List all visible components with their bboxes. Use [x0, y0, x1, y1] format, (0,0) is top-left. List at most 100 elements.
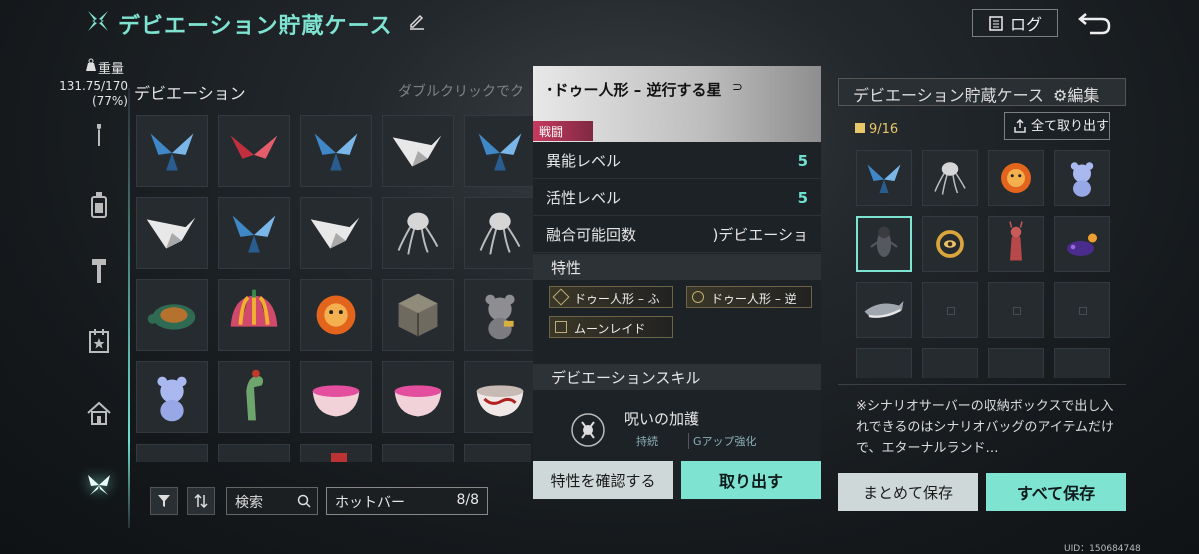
storage-slot[interactable]	[922, 216, 978, 272]
inventory-slot[interactable]	[464, 444, 531, 462]
inventory-slot[interactable]	[300, 197, 372, 269]
storage-slot[interactable]	[922, 282, 978, 338]
inventory-slot[interactable]	[136, 197, 208, 269]
inventory-slot[interactable]	[382, 115, 454, 187]
stat-value: 5	[797, 151, 808, 170]
stat-value: 5	[797, 188, 808, 207]
trait-chip[interactable]: ドゥー人形 – ふ	[549, 286, 673, 308]
inventory-slot[interactable]	[382, 444, 454, 462]
inventory-title: デビエーション	[134, 84, 246, 103]
inventory-slot[interactable]	[136, 444, 208, 462]
edit-pencil-icon[interactable]	[408, 12, 426, 30]
double-click-hint: ダブルクリックでク	[398, 84, 524, 100]
trait-chip[interactable]: ムーンレイド	[549, 316, 673, 338]
log-button[interactable]: ログ	[972, 9, 1058, 37]
storage-slot[interactable]	[988, 348, 1044, 378]
export-icon	[1014, 119, 1026, 133]
inventory-slot[interactable]	[136, 279, 208, 351]
inventory-slot[interactable]	[218, 361, 290, 433]
storage-divider	[838, 384, 1126, 385]
inventory-slot[interactable]	[300, 444, 372, 462]
golden-eye-ring-icon	[936, 230, 964, 258]
inventory-slot[interactable]	[300, 361, 372, 433]
storage-slot[interactable]	[856, 150, 912, 206]
back-arrow-icon[interactable]	[1076, 10, 1112, 36]
trait-diamond-icon	[552, 288, 570, 306]
inventory-slot[interactable]	[382, 279, 454, 351]
storage-slot[interactable]	[988, 282, 1044, 338]
storage-slot[interactable]	[856, 348, 912, 378]
storage-slot[interactable]	[988, 150, 1044, 206]
stat-label: 融合可能回数	[546, 226, 637, 244]
weight-icon	[86, 58, 96, 71]
storage-slot[interactable]	[856, 282, 912, 338]
gear-icon[interactable]: ⚙	[1053, 86, 1067, 105]
bulk-save-button[interactable]: まとめて保存	[838, 473, 978, 511]
take-all-button[interactable]: 全て取り出す	[1004, 112, 1110, 140]
jellyfish-icon	[934, 162, 966, 195]
inventory-slot[interactable]	[218, 115, 290, 187]
trait-target-icon	[692, 291, 704, 303]
filter-button[interactable]	[150, 487, 178, 515]
inventory-slot[interactable]	[464, 115, 536, 187]
inventory-slot[interactable]	[300, 279, 372, 351]
blue-bear-icon	[1070, 162, 1094, 197]
combat-tag: 戦闘	[533, 121, 593, 141]
storage-edit-label[interactable]: 編集	[1067, 86, 1099, 105]
stat-row: 異能レベル 5	[533, 143, 821, 179]
inventory-slot[interactable]	[136, 115, 208, 187]
grey-bear-icon	[485, 294, 515, 340]
striped-pumpkin-hat-icon	[230, 289, 278, 327]
sidebar-materials[interactable]	[84, 256, 114, 286]
trait-chip[interactable]: ドゥー人形 – 逆	[686, 286, 812, 308]
skill-name: 呪いの加護	[624, 410, 700, 428]
inventory-slot[interactable]	[382, 197, 454, 269]
storage-slot[interactable]	[988, 216, 1044, 272]
inventory-slot[interactable]	[218, 444, 290, 462]
blue-paper-butterfly-icon	[150, 133, 194, 171]
inventory-slot[interactable]	[218, 279, 290, 351]
stat-label: 活性レベル	[546, 189, 622, 207]
sort-button[interactable]	[187, 487, 215, 515]
hotbar-selector[interactable]: ホットバー 8/8	[326, 487, 488, 515]
green-dinosaur-icon	[246, 369, 264, 421]
page-title: デビエーション貯蔵ケース	[118, 14, 393, 39]
take-out-button[interactable]: 取り出す	[681, 461, 821, 499]
blue-paper-butterfly-icon	[314, 133, 358, 171]
turtle-icon	[147, 304, 196, 330]
storage-slot[interactable]	[856, 216, 912, 272]
storage-slot[interactable]	[1054, 282, 1110, 338]
calendar-star-icon	[89, 329, 109, 353]
inventory-slot[interactable]	[464, 197, 536, 269]
box-icon	[855, 123, 865, 133]
pink-bowl-icon	[394, 385, 442, 417]
sidebar-home[interactable]	[84, 398, 114, 428]
hotbar-count: 8/8	[456, 492, 479, 508]
storage-slot[interactable]	[922, 150, 978, 206]
sidebar-deviations[interactable]	[84, 470, 114, 500]
traits-heading: 特性	[533, 254, 821, 280]
inventory-slot[interactable]	[300, 115, 372, 187]
inventory-slot[interactable]	[464, 279, 536, 351]
inventory-slot[interactable]	[218, 197, 290, 269]
check-traits-button[interactable]: 特性を確認する	[533, 461, 673, 499]
log-label: ログ	[1009, 15, 1042, 34]
white-paper-crane-icon	[392, 135, 442, 167]
inventory-slot[interactable]	[464, 361, 536, 433]
storage-slot[interactable]	[1054, 216, 1110, 272]
sidebar-consumables[interactable]	[84, 190, 114, 220]
blue-bear-icon	[157, 376, 187, 422]
storage-slot[interactable]	[1054, 150, 1110, 206]
stat-label: 異能レベル	[546, 152, 622, 170]
save-all-button[interactable]: すべて保存	[986, 473, 1126, 511]
storage-slot[interactable]	[922, 348, 978, 378]
storage-slot[interactable]	[1054, 348, 1110, 378]
sidebar-events[interactable]	[84, 326, 114, 356]
more-icon[interactable]: ⊃	[732, 80, 743, 95]
inventory-slot[interactable]	[136, 361, 208, 433]
inventory-slot[interactable]	[382, 361, 454, 433]
trait-moon-icon	[555, 321, 567, 333]
search-input[interactable]: 検索	[226, 487, 318, 515]
skill-tag: 持続	[636, 435, 658, 448]
sidebar-tools[interactable]	[84, 120, 114, 150]
